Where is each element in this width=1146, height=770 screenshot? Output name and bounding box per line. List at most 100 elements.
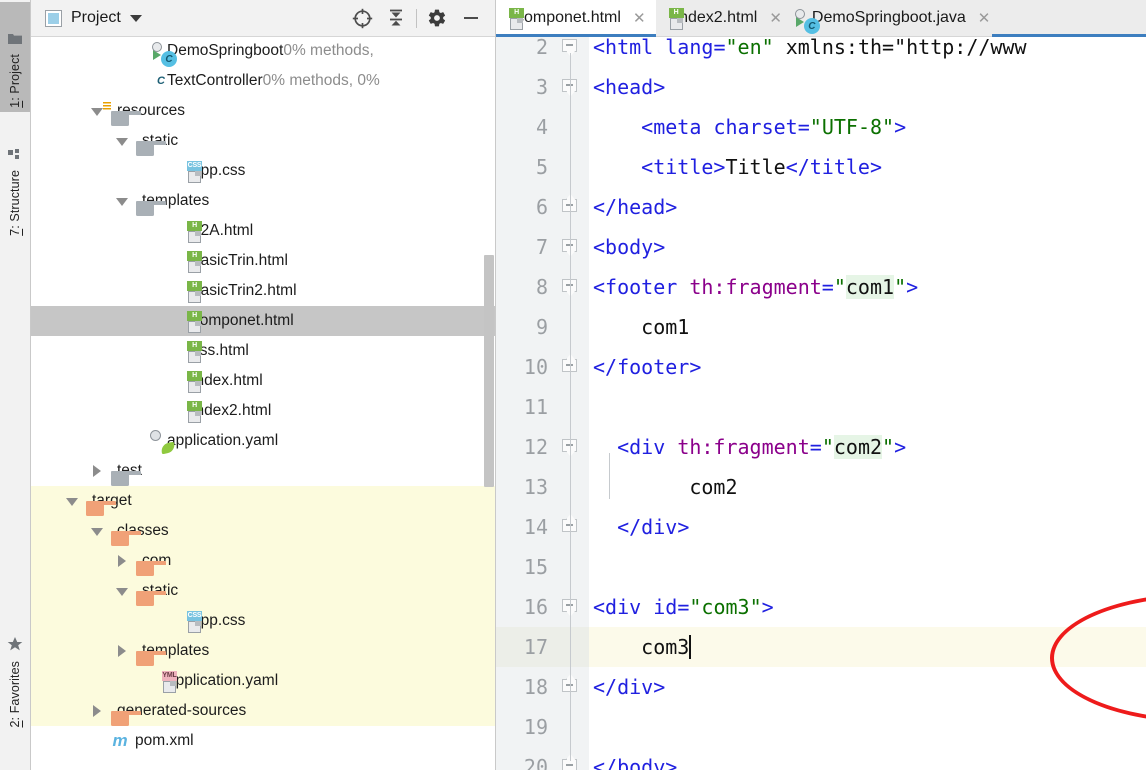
tree-node-index2-html[interactable]: Hindex2.html xyxy=(31,396,495,426)
tree-node-app-css[interactable]: CSS app.css xyxy=(31,156,495,186)
tree-node-application-yaml[interactable]: application.yaml xyxy=(31,426,495,456)
chevron-right-icon[interactable] xyxy=(116,554,129,568)
project-panel-header: Project xyxy=(31,0,495,37)
code-line-16[interactable]: 16 <div id="com3"> xyxy=(496,587,1146,627)
chevron-right-icon[interactable] xyxy=(116,644,129,658)
tool-window-button-favorites[interactable]: 2: Favorites xyxy=(0,610,30,732)
tool-window-button-structure[interactable]: 7: Structure xyxy=(0,118,30,240)
editor-tab-componet-html[interactable]: Hcomponet.html ✕ xyxy=(496,0,656,37)
code-line-4[interactable]: 4 <meta charset="UTF-8"> xyxy=(496,107,1146,147)
tree-node-resources[interactable]: resources xyxy=(31,96,495,126)
tree-node-label: componet.html xyxy=(192,312,294,330)
tree-node-templates[interactable]: templates xyxy=(31,186,495,216)
editor-tab-demospringboot-java[interactable]: C DemoSpringboot.java ✕ xyxy=(792,0,1000,36)
tree-node-label: basicTrin2.html xyxy=(192,282,297,300)
indent-guide xyxy=(609,453,611,499)
chevron-down-icon[interactable] xyxy=(116,195,129,208)
code-text: <title>Title</title> xyxy=(641,155,883,179)
chevron-down-icon[interactable] xyxy=(91,525,104,538)
tree-node-application-yaml[interactable]: YML application.yaml xyxy=(31,666,495,696)
code-text: com1 xyxy=(641,315,690,339)
code-text: </head> xyxy=(593,195,678,219)
close-icon[interactable]: ✕ xyxy=(769,9,782,27)
gear-icon[interactable] xyxy=(420,3,454,33)
tree-node-target[interactable]: target xyxy=(31,486,495,516)
locate-icon[interactable] xyxy=(345,3,379,33)
tree-node-app-css[interactable]: CSS app.css xyxy=(31,606,495,636)
chevron-down-icon[interactable] xyxy=(66,495,79,508)
active-tab-underline xyxy=(992,34,1146,37)
tree-node-label: DemoSpringboot xyxy=(167,42,284,60)
project-tree[interactable]: C DemoSpringboot 0% methods, C TextControll… xyxy=(31,36,495,770)
tree-node-demospringboot[interactable]: C DemoSpringboot 0% methods, xyxy=(31,36,495,67)
tree-node-static[interactable]: static xyxy=(31,576,495,606)
tool-window-button-project[interactable]: 1: Project xyxy=(0,2,30,112)
code-line-10[interactable]: 10 </footer> xyxy=(496,347,1146,387)
tree-node-label: index.html xyxy=(192,372,263,390)
tree-node-generated-sources[interactable]: generated-sources xyxy=(31,696,495,726)
folder-icon xyxy=(8,32,22,50)
code-line-7[interactable]: 7 <body> xyxy=(496,227,1146,267)
minimize-icon[interactable] xyxy=(454,3,488,33)
code-line-11[interactable]: 11 xyxy=(496,387,1146,427)
code-line-14[interactable]: 14 </div> xyxy=(496,507,1146,547)
chevron-right-icon[interactable] xyxy=(91,464,104,478)
code-line-8[interactable]: 8 <footer th:fragment="com1"> xyxy=(496,267,1146,307)
tree-node-22a-html[interactable]: H 22A.html xyxy=(31,216,495,246)
code-view[interactable]: 2 <html lang="en" xmlns:th="http://www 3 <h… xyxy=(496,37,1146,770)
code-line-2[interactable]: 2 <html lang="en" xmlns:th="http://www xyxy=(496,37,1146,67)
line-number: 19 xyxy=(523,715,548,739)
code-line-6[interactable]: 6 </head> xyxy=(496,187,1146,227)
tree-node-basictrin-html[interactable]: HbasicTrin.html xyxy=(31,246,495,276)
code-text: com3 xyxy=(641,635,692,659)
close-icon[interactable]: ✕ xyxy=(978,9,991,27)
tree-node-css-html[interactable]: Hcss.html xyxy=(31,336,495,366)
chevron-down-icon[interactable] xyxy=(116,585,129,598)
code-line-18[interactable]: 18 </div> xyxy=(496,667,1146,707)
tree-node-index-html[interactable]: Hindex.html xyxy=(31,366,495,396)
code-line-20[interactable]: 20 </body> xyxy=(496,747,1146,770)
line-number: 5 xyxy=(535,155,548,179)
tree-node-componet-html[interactable]: Hcomponet.html xyxy=(31,306,495,336)
code-text: <html lang="en" xmlns:th="http://www xyxy=(593,37,1027,59)
code-line-17[interactable]: 17 com3 xyxy=(496,627,1146,667)
chevron-down-icon[interactable] xyxy=(129,14,142,22)
tree-node-static[interactable]: static xyxy=(31,126,495,156)
code-line-5[interactable]: 5 <title>Title</title> xyxy=(496,147,1146,187)
line-number: 3 xyxy=(535,75,548,99)
tree-node-com[interactable]: com xyxy=(31,546,495,576)
tree-node-textcontroller[interactable]: C TextController 0% methods, 0% xyxy=(31,66,495,96)
tree-node-test[interactable]: test xyxy=(31,456,495,486)
project-tree-scrollbar[interactable] xyxy=(484,255,494,487)
chevron-down-icon[interactable] xyxy=(116,135,129,148)
code-lines[interactable]: 2 <html lang="en" xmlns:th="http://www 3 <h… xyxy=(496,37,1146,770)
tree-node-pom-xml[interactable]: m pom.xml xyxy=(31,726,495,756)
code-text: <meta charset="UTF-8"> xyxy=(641,115,907,139)
tree-node-templates[interactable]: templates xyxy=(31,636,495,666)
tree-node-classes[interactable]: classes xyxy=(31,516,495,546)
code-line-15[interactable]: 15 xyxy=(496,547,1146,587)
code-line-12[interactable]: 12 <div th:fragment="com2"> xyxy=(496,427,1146,467)
chevron-right-icon[interactable] xyxy=(91,704,104,718)
editor-area: Hcomponet.html ✕ Hindex2.html ✕ C DemoSpringb… xyxy=(496,0,1146,770)
collapse-all-icon[interactable] xyxy=(379,3,413,33)
code-line-19[interactable]: 19 xyxy=(496,707,1146,747)
code-line-9[interactable]: 9 com1 xyxy=(496,307,1146,347)
code-text: <head> xyxy=(593,75,666,99)
code-line-3[interactable]: 3 <head> xyxy=(496,67,1146,107)
code-text: </footer> xyxy=(593,355,702,379)
code-text: </body> xyxy=(593,755,678,770)
line-number: 16 xyxy=(523,595,548,619)
close-icon[interactable]: ✕ xyxy=(633,9,646,27)
tree-node-basictrin2-html[interactable]: HbasicTrin2.html xyxy=(31,276,495,306)
tree-node-label: application.yaml xyxy=(167,672,279,690)
code-line-13[interactable]: 13 com2 xyxy=(496,467,1146,507)
line-number: 2 xyxy=(535,37,548,59)
editor-tab-index2-html[interactable]: Hindex2.html ✕ xyxy=(656,0,792,36)
